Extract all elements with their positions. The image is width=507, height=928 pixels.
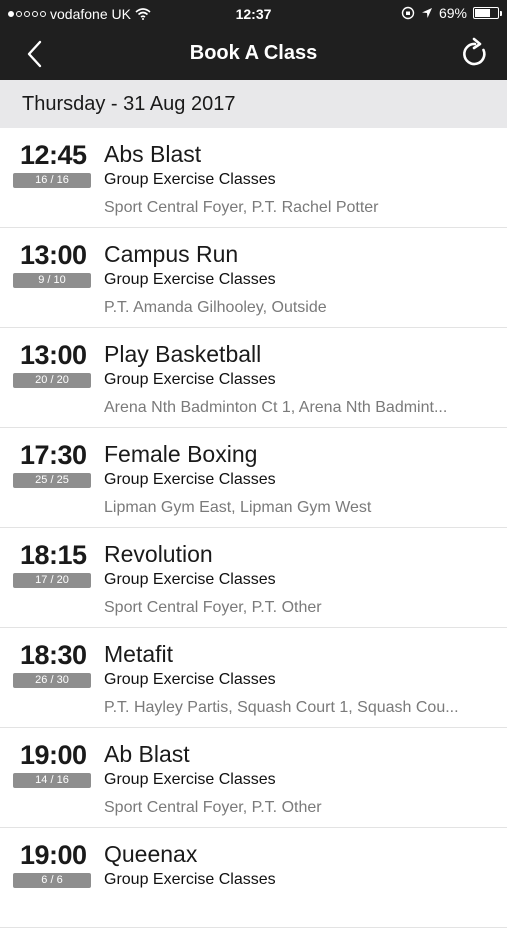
orientation-lock-icon — [401, 6, 415, 20]
class-name: Metafit — [104, 641, 174, 667]
battery-icon — [473, 7, 502, 19]
class-location: Arena Nth Badminton Ct 1, Arena Nth Badm… — [104, 399, 448, 416]
class-name: Ab Blast — [104, 741, 190, 767]
class-time: 13:00 — [20, 340, 87, 370]
class-location: P.T. Amanda Gilhooley, Outside — [104, 299, 327, 316]
class-category: Group Exercise Classes — [104, 871, 276, 888]
class-time: 12:45 — [20, 140, 87, 170]
capacity-badge: 16 / 16 — [13, 173, 91, 188]
class-list: 12:45 16 / 16 Abs Blast Group Exercise Clas… — [0, 128, 507, 928]
class-row[interactable]: 13:00 20 / 20 Play Basketball Group Exercis… — [0, 328, 507, 428]
class-category: Group Exercise Classes — [104, 371, 276, 388]
class-location: Lipman Gym East, Lipman Gym West — [104, 499, 372, 516]
class-location: Sport Central Foyer, P.T. Rachel Potter — [104, 199, 379, 216]
class-category: Group Exercise Classes — [104, 171, 276, 188]
class-row[interactable]: 19:00 14 / 16 Ab Blast Group Exercise Class… — [0, 728, 507, 828]
class-name: Play Basketball — [104, 341, 262, 367]
class-category: Group Exercise Classes — [104, 571, 276, 588]
class-row[interactable]: 12:45 16 / 16 Abs Blast Group Exercise Clas… — [0, 128, 507, 228]
class-row[interactable]: 18:15 17 / 20 Revolution Group Exercise Cla… — [0, 528, 507, 628]
capacity-badge: 25 / 25 — [13, 473, 91, 488]
battery-percent: 69% — [438, 5, 467, 21]
class-time: 19:00 — [20, 740, 87, 770]
class-name: Abs Blast — [104, 141, 202, 167]
capacity-badge: 6 / 6 — [13, 873, 91, 888]
class-time: 13:00 — [20, 240, 87, 270]
date-header: Thursday - 31 Aug 2017 — [0, 80, 507, 128]
page-title: Book A Class — [189, 42, 318, 64]
class-row[interactable]: 13:00 9 / 10 Campus Run Group Exercise Clas… — [0, 228, 507, 328]
status-bar: vodafone UK 12:37 69% — [0, 0, 507, 28]
capacity-badge: 14 / 16 — [13, 773, 91, 788]
location-arrow-icon — [421, 8, 432, 18]
class-row[interactable]: 17:30 25 / 25 Female Boxing Group Exercise … — [0, 428, 507, 528]
date-label: Thursday - 31 Aug 2017 — [22, 93, 236, 115]
class-category: Group Exercise Classes — [104, 271, 276, 288]
class-row[interactable]: 19:00 6 / 6 Queenax Group Exercise Classes — [0, 828, 507, 928]
class-time: 17:30 — [20, 440, 87, 470]
class-location: P.T. Hayley Partis, Squash Court 1, Squa… — [104, 699, 459, 716]
refresh-icon — [463, 37, 486, 66]
capacity-badge: 20 / 20 — [13, 373, 91, 388]
class-name: Campus Run — [104, 241, 239, 267]
class-time: 18:15 — [20, 540, 87, 570]
class-time: 18:30 — [20, 640, 87, 670]
class-row[interactable]: 18:30 26 / 30 Metafit Group Exercise Classe… — [0, 628, 507, 728]
refresh-button[interactable] — [457, 36, 493, 72]
class-location: Sport Central Foyer, P.T. Other — [104, 799, 322, 816]
class-category: Group Exercise Classes — [104, 671, 276, 688]
capacity-badge: 17 / 20 — [13, 573, 91, 588]
class-time: 19:00 — [20, 840, 87, 870]
capacity-badge: 9 / 10 — [13, 273, 91, 288]
class-category: Group Exercise Classes — [104, 471, 276, 488]
navigation-bar: Book A Class — [0, 28, 507, 80]
top-bar: vodafone UK 12:37 69% Book A Class — [0, 0, 507, 80]
class-name: Revolution — [104, 541, 213, 567]
class-name: Queenax — [104, 841, 198, 867]
class-location: Sport Central Foyer, P.T. Other — [104, 599, 322, 616]
class-category: Group Exercise Classes — [104, 771, 276, 788]
status-right: 69% — [401, 5, 502, 21]
capacity-badge: 26 / 30 — [13, 673, 91, 688]
class-name: Female Boxing — [104, 441, 258, 467]
